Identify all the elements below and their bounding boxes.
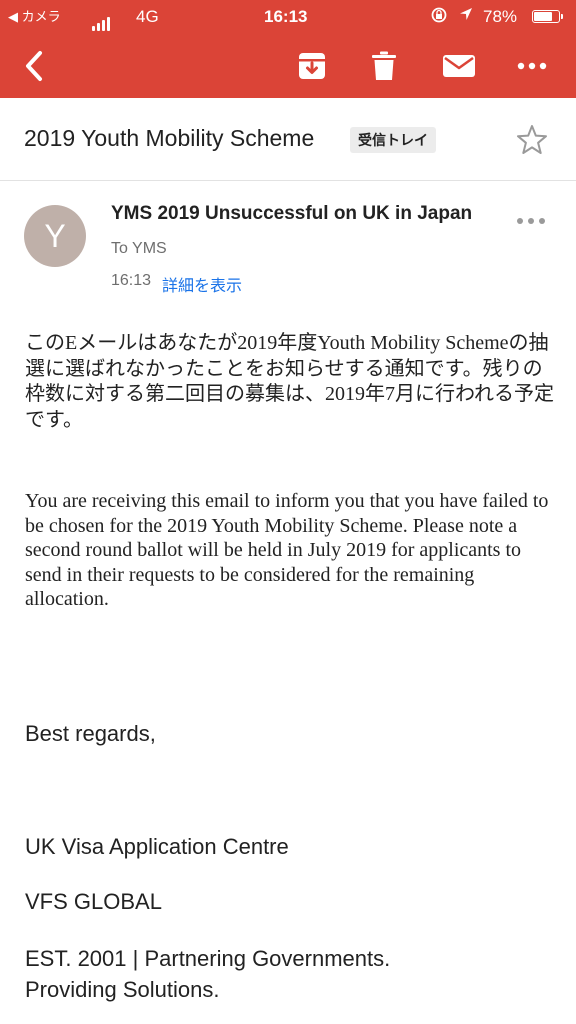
email-subject: 2019 Youth Mobility Scheme [24,125,315,151]
recipient-line: To YMS [111,240,167,257]
closing-regards: Best regards, [25,721,156,746]
back-icon [26,51,42,81]
more-button[interactable] [510,50,554,82]
subject-row: 2019 Youth Mobility Scheme 受信トレイ [0,98,576,181]
delete-button[interactable] [364,50,404,82]
location-icon [458,6,474,29]
archive-icon [299,53,325,79]
signature-tagline: EST. 2001 | Partnering Governments. Prov… [25,946,391,1002]
message-time: 16:13 [111,272,152,289]
message-title: YMS 2019 Unsuccessful on UK in Japan [111,203,473,224]
signal-icon [92,9,112,31]
more-horizontal-icon [517,62,547,70]
star-button[interactable] [514,122,550,158]
body-english: You are receiving this email to inform y… [25,490,549,610]
inbox-label-badge[interactable]: 受信トレイ [350,127,436,153]
body-japanese: このEメールはあなたが2019年度Youth Mobility Schemeの抽… [25,332,554,431]
battery-icon [532,10,563,23]
back-button[interactable] [18,50,50,82]
signature-centre: UK Visa Application Centre [25,834,289,859]
signature-company: VFS GLOBAL [25,889,162,914]
toolbar [0,34,576,98]
rotation-lock-icon [430,6,448,31]
mail-icon [443,55,475,77]
message-more-button[interactable] [516,212,550,232]
trash-icon [372,51,396,80]
battery-nub [561,14,563,19]
back-to-app-label[interactable]: ◀ カメラ [8,6,61,28]
archive-button[interactable] [292,50,332,82]
show-details-link[interactable]: 詳細を表示 [162,272,242,296]
more-horizontal-icon [517,218,545,224]
status-time: 16:13 [264,7,308,26]
status-bar: ◀ カメラ 4G 16:13 78% [0,0,576,34]
star-icon [517,125,547,154]
mark-unread-button[interactable] [438,50,480,82]
avatar[interactable]: Y [24,205,86,267]
battery-percent: 78% [483,7,518,26]
network-type: 4G [136,7,159,26]
battery-level [534,12,552,21]
